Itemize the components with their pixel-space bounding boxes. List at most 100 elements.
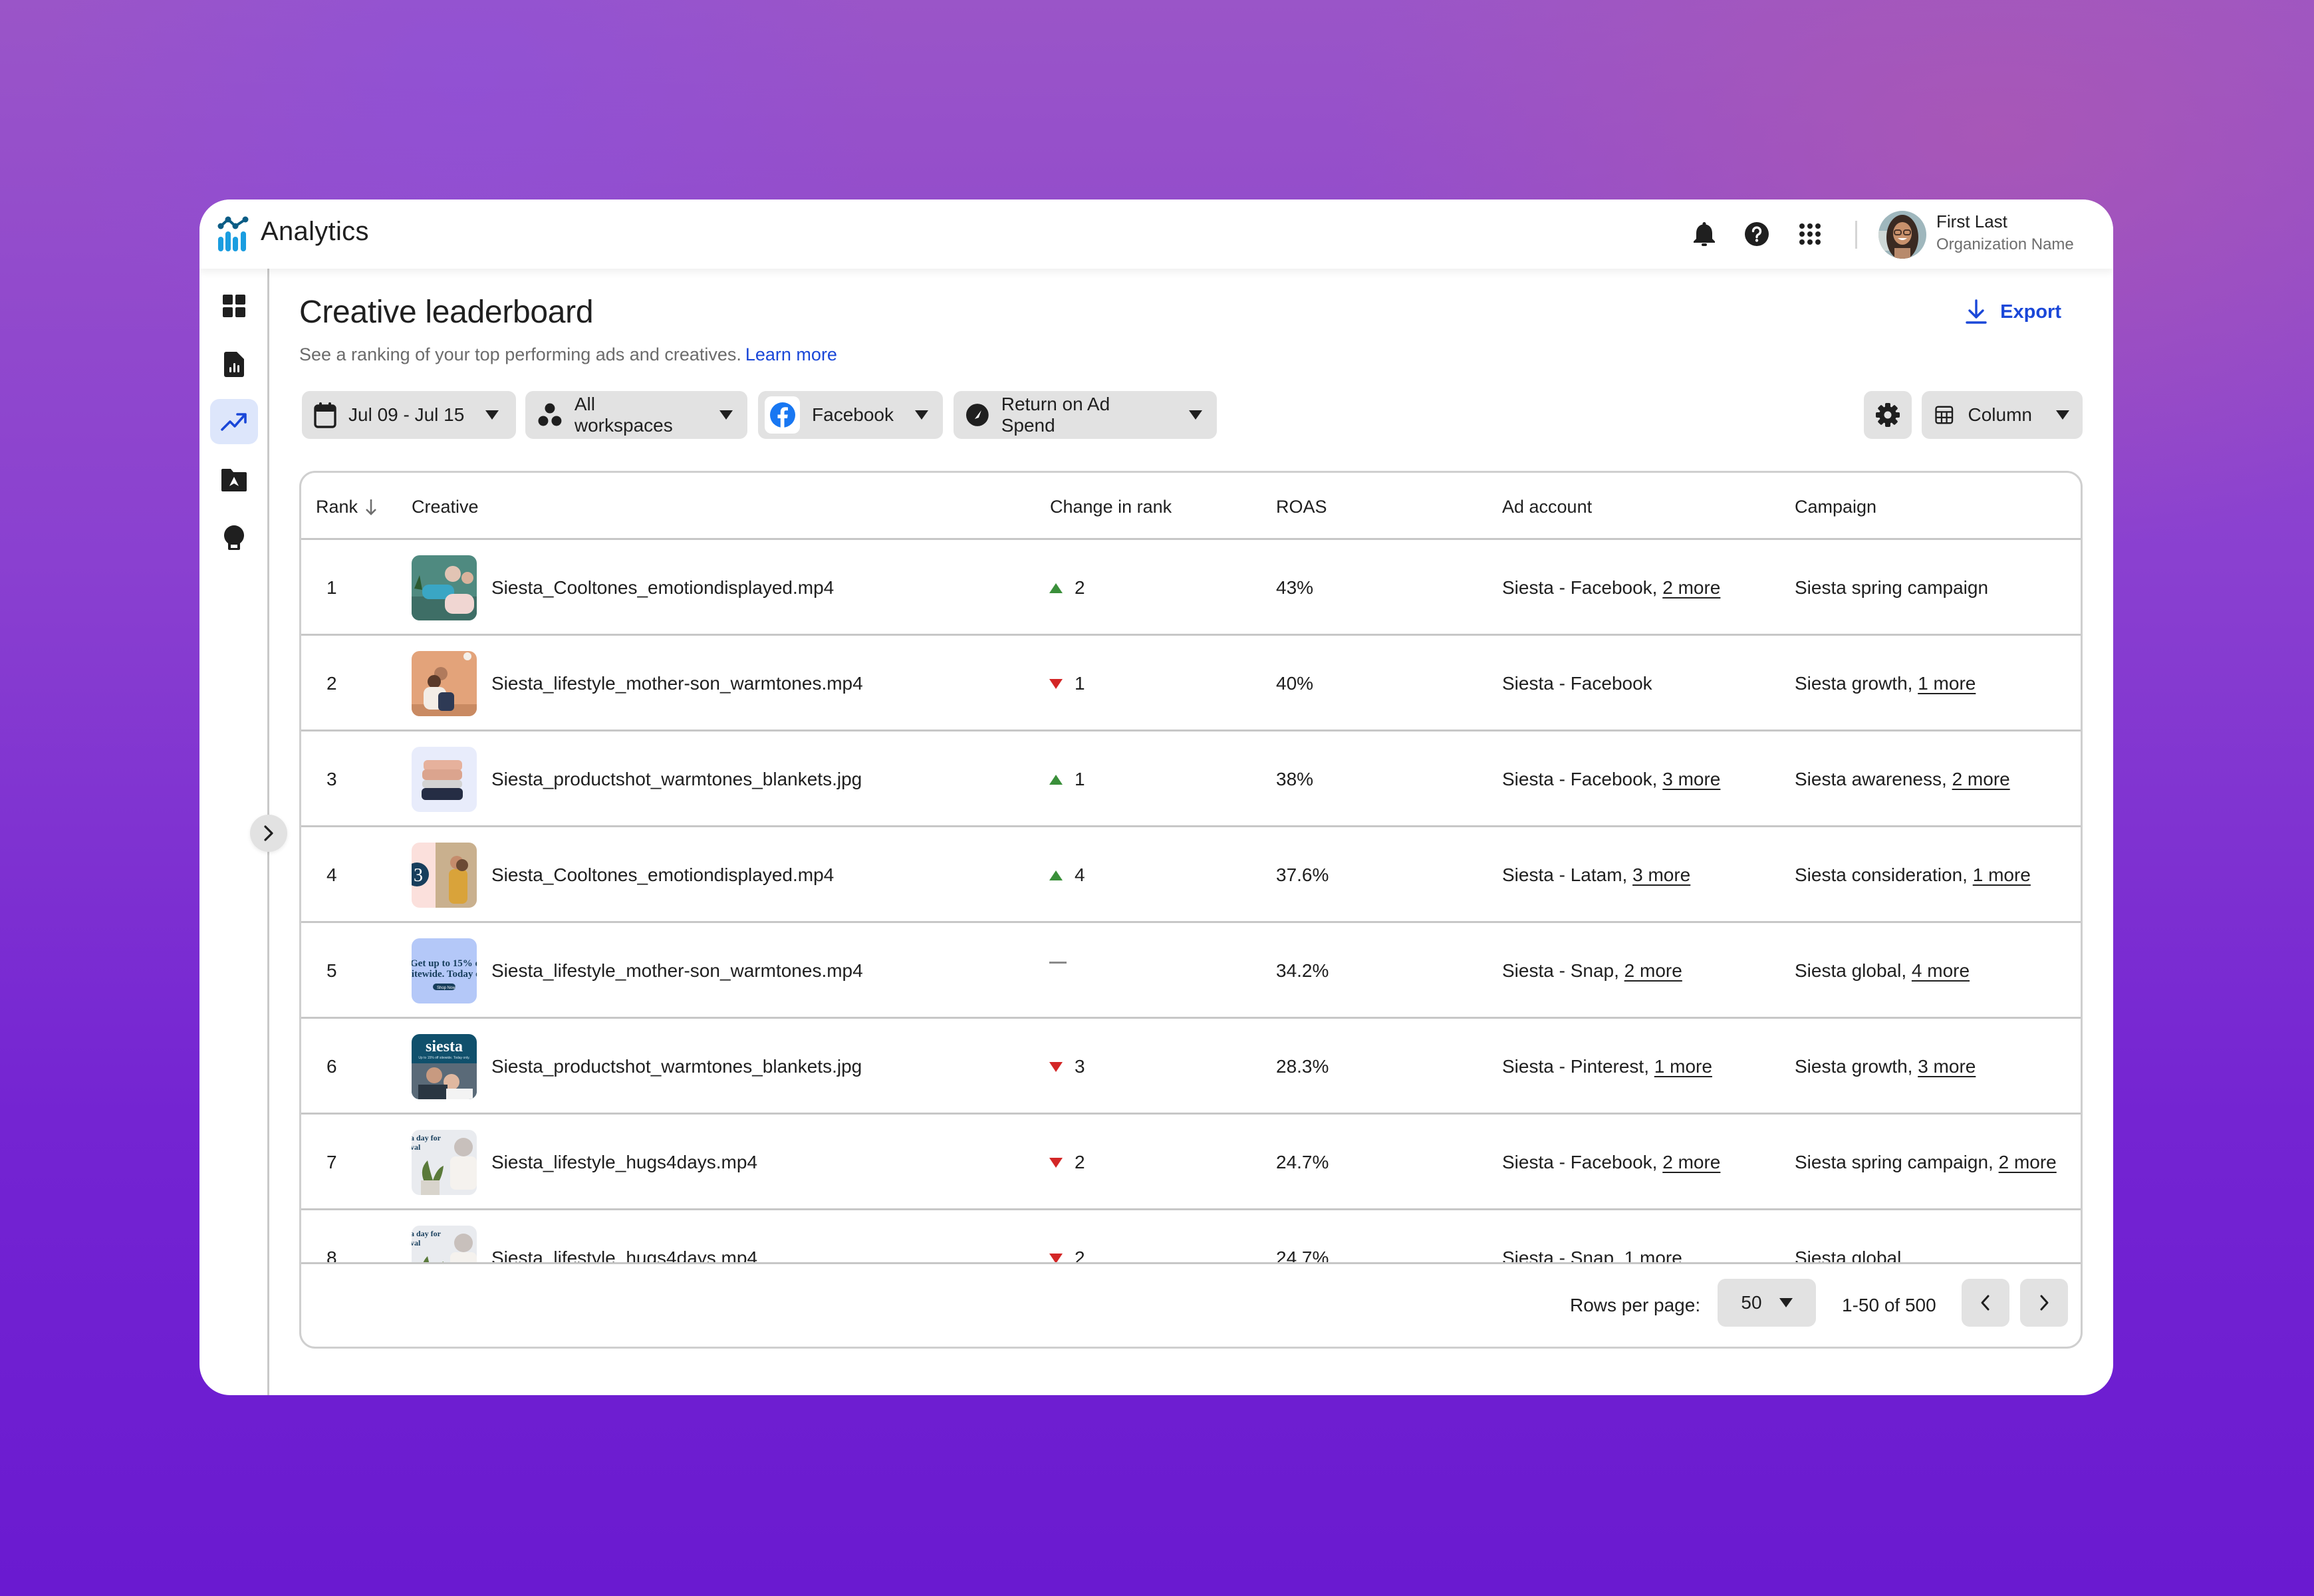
next-page-button[interactable]	[2020, 1279, 2068, 1327]
campaign-more-link[interactable]: 3 more	[1918, 1056, 1976, 1077]
svg-text:a day for: a day for	[412, 1229, 442, 1238]
table-row[interactable]: 8 a day forval Siesta_lifestyle_hugs4days.…	[301, 1210, 2081, 1262]
learn-more-link[interactable]: Learn more	[745, 344, 837, 364]
table-row[interactable]: 3 Siesta_productshot_warmtones_blankets.j…	[301, 732, 2081, 827]
apps-button[interactable]	[1795, 219, 1825, 249]
creative-thumbnail[interactable]: siesta Up to 15% off sitewide. Today only…	[412, 1034, 477, 1099]
rows-per-page-label: Rows per page:	[1570, 1295, 1701, 1315]
column-header-campaign[interactable]: Campaign	[1795, 497, 1876, 517]
sidebar-item-trends[interactable]	[210, 399, 258, 444]
notifications-button[interactable]	[1690, 219, 1719, 249]
svg-text:siesta: siesta	[426, 1038, 463, 1055]
creative-name[interactable]: Siesta_Cooltones_emotiondisplayed.mp4	[491, 864, 834, 886]
date-range-filter[interactable]: Jul 09 - Jul 15	[302, 391, 516, 439]
ad-account-name: Siesta - Facebook,	[1502, 1152, 1663, 1172]
ad-account-name: Siesta - Latam,	[1502, 864, 1633, 885]
settings-button[interactable]	[1864, 391, 1912, 439]
table-row[interactable]: 5 Get up to 15% offsitewide. Today on Shop…	[301, 923, 2081, 1019]
column-header-change[interactable]: Change in rank	[1050, 497, 1172, 517]
column-header-ad-account[interactable]: Ad account	[1502, 497, 1592, 517]
table-row[interactable]: 4 3 Siesta_Cooltones_emotiondisplayed.mp4 4…	[301, 827, 2081, 923]
column-header-rank[interactable]: Rank	[316, 497, 378, 517]
ad-account-more-link[interactable]: 3 more	[1662, 769, 1720, 789]
ad-account-more-link[interactable]: 3 more	[1632, 864, 1690, 885]
user-name[interactable]: First Last	[1936, 211, 2007, 232]
workspace-label: All workspaces	[574, 394, 673, 436]
change-value: 2	[1075, 1152, 1085, 1172]
avatar-photo	[1878, 211, 1926, 259]
caret-down-icon	[485, 410, 499, 420]
sidebar-item-insights[interactable]	[210, 516, 258, 561]
ad-account-more-link[interactable]: 1 more	[1654, 1056, 1712, 1077]
ad-account-more-link[interactable]: 2 more	[1624, 960, 1682, 981]
creative-name[interactable]: Siesta_productshot_warmtones_blankets.jp…	[491, 769, 862, 790]
creative-thumbnail[interactable]: a day forval	[412, 1226, 477, 1262]
creative-name[interactable]: Siesta_lifestyle_hugs4days.mp4	[491, 1152, 757, 1173]
caret-down-icon	[1779, 1298, 1793, 1307]
export-button[interactable]: Export	[1966, 299, 2061, 325]
roas-cell: 28.3%	[1276, 1056, 1329, 1077]
change-value: 1	[1075, 769, 1085, 789]
ad-account-cell: Siesta - Snap, 2 more	[1502, 960, 1682, 982]
caret-down-icon	[915, 410, 928, 420]
help-button[interactable]	[1742, 219, 1771, 249]
campaign-more-link[interactable]: 1 more	[1918, 673, 1976, 694]
creative-thumbnail[interactable]	[412, 747, 477, 812]
rank-up-icon	[1049, 583, 1063, 593]
report-file-icon	[224, 352, 244, 377]
svg-text:3: 3	[414, 865, 423, 886]
roas-cell: 34.2%	[1276, 960, 1329, 981]
column-header-creative[interactable]: Creative	[412, 497, 479, 517]
campaign-cell: Siesta spring campaign, 2 more	[1795, 1152, 2057, 1173]
analytics-logo-icon	[217, 216, 249, 251]
column-header-roas[interactable]: ROAS	[1276, 497, 1327, 517]
platform-label: Facebook	[812, 404, 894, 425]
creative-name[interactable]: Siesta_lifestyle_mother-son_warmtones.mp…	[491, 673, 863, 694]
page-subtitle: See a ranking of your top performing ads…	[299, 344, 837, 365]
creative-thumbnail[interactable]: a day forval	[412, 1130, 477, 1195]
subtitle-text: See a ranking of your top performing ads…	[299, 344, 741, 364]
roas-cell: 38%	[1276, 769, 1314, 789]
ad-account-more-link[interactable]: 2 more	[1662, 577, 1720, 598]
rows-per-page-select[interactable]: 50	[1718, 1279, 1816, 1327]
creative-name[interactable]: Siesta_lifestyle_hugs4days.mp4	[491, 1248, 757, 1262]
organization-name: Organization Name	[1936, 235, 2074, 253]
creative-name[interactable]: Siesta_productshot_warmtones_blankets.jp…	[491, 1056, 862, 1077]
sidebar-item-reports[interactable]	[210, 342, 258, 387]
table-pagination: Rows per page: 50 1-50 of 500	[301, 1262, 2081, 1347]
sidebar-item-assets[interactable]	[210, 458, 258, 503]
campaign-name: Siesta awareness,	[1795, 769, 1952, 789]
creative-name[interactable]: Siesta_lifestyle_mother-son_warmtones.mp…	[491, 960, 863, 982]
creative-name[interactable]: Siesta_Cooltones_emotiondisplayed.mp4	[491, 577, 834, 598]
platform-filter[interactable]: Facebook	[758, 391, 943, 439]
previous-page-button[interactable]	[1962, 1279, 2009, 1327]
metric-filter[interactable]: Return on Ad Spend	[954, 391, 1217, 439]
user-avatar[interactable]	[1878, 211, 1926, 259]
table-body[interactable]: 1 Siesta_Cooltones_emotiondisplayed.mp4 2 4…	[301, 540, 2081, 1262]
change-in-rank-cell: 1	[1049, 769, 1085, 790]
table-row[interactable]: 1 Siesta_Cooltones_emotiondisplayed.mp4 2 4…	[301, 540, 2081, 636]
table-row[interactable]: 6 siesta Up to 15% off sitewide. Today onl…	[301, 1019, 2081, 1115]
rank-cell: 6	[326, 1056, 337, 1077]
workspace-filter[interactable]: All workspaces	[525, 391, 747, 439]
creative-thumbnail[interactable]	[412, 555, 477, 620]
page-range: 1-50 of 500	[1842, 1295, 1936, 1315]
ad-account-more-link[interactable]: 2 more	[1662, 1152, 1720, 1172]
creative-thumbnail[interactable]: 3	[412, 843, 477, 908]
ad-account-cell: Siesta - Facebook, 2 more	[1502, 1152, 1720, 1173]
creative-thumbnail[interactable]: Get up to 15% offsitewide. Today on Shop …	[412, 938, 477, 1003]
sidebar-item-dashboard[interactable]	[210, 283, 258, 329]
table-header: Rank Creative Change in rank ROAS Ad acc…	[301, 473, 2081, 540]
column-view-select[interactable]: Column	[1922, 391, 2083, 439]
table-row[interactable]: 7 a day forval Siesta_lifestyle_hugs4days.…	[301, 1115, 2081, 1210]
campaign-more-link[interactable]: 1 more	[1973, 864, 2031, 885]
campaign-more-link[interactable]: 2 more	[1999, 1152, 2057, 1172]
ad-account-name: Siesta - Snap, 1 more	[1502, 1248, 1682, 1262]
expand-sidebar-button[interactable]	[250, 815, 287, 852]
table-row[interactable]: 2 Siesta_lifestyle_mother-son_warmtones.m…	[301, 636, 2081, 732]
campaign-more-link[interactable]: 2 more	[1952, 769, 2010, 789]
ad-account-cell: Siesta - Pinterest, 1 more	[1502, 1056, 1712, 1077]
calendar-icon	[314, 402, 336, 428]
campaign-more-link[interactable]: 4 more	[1912, 960, 1970, 981]
creative-thumbnail[interactable]	[412, 651, 477, 716]
